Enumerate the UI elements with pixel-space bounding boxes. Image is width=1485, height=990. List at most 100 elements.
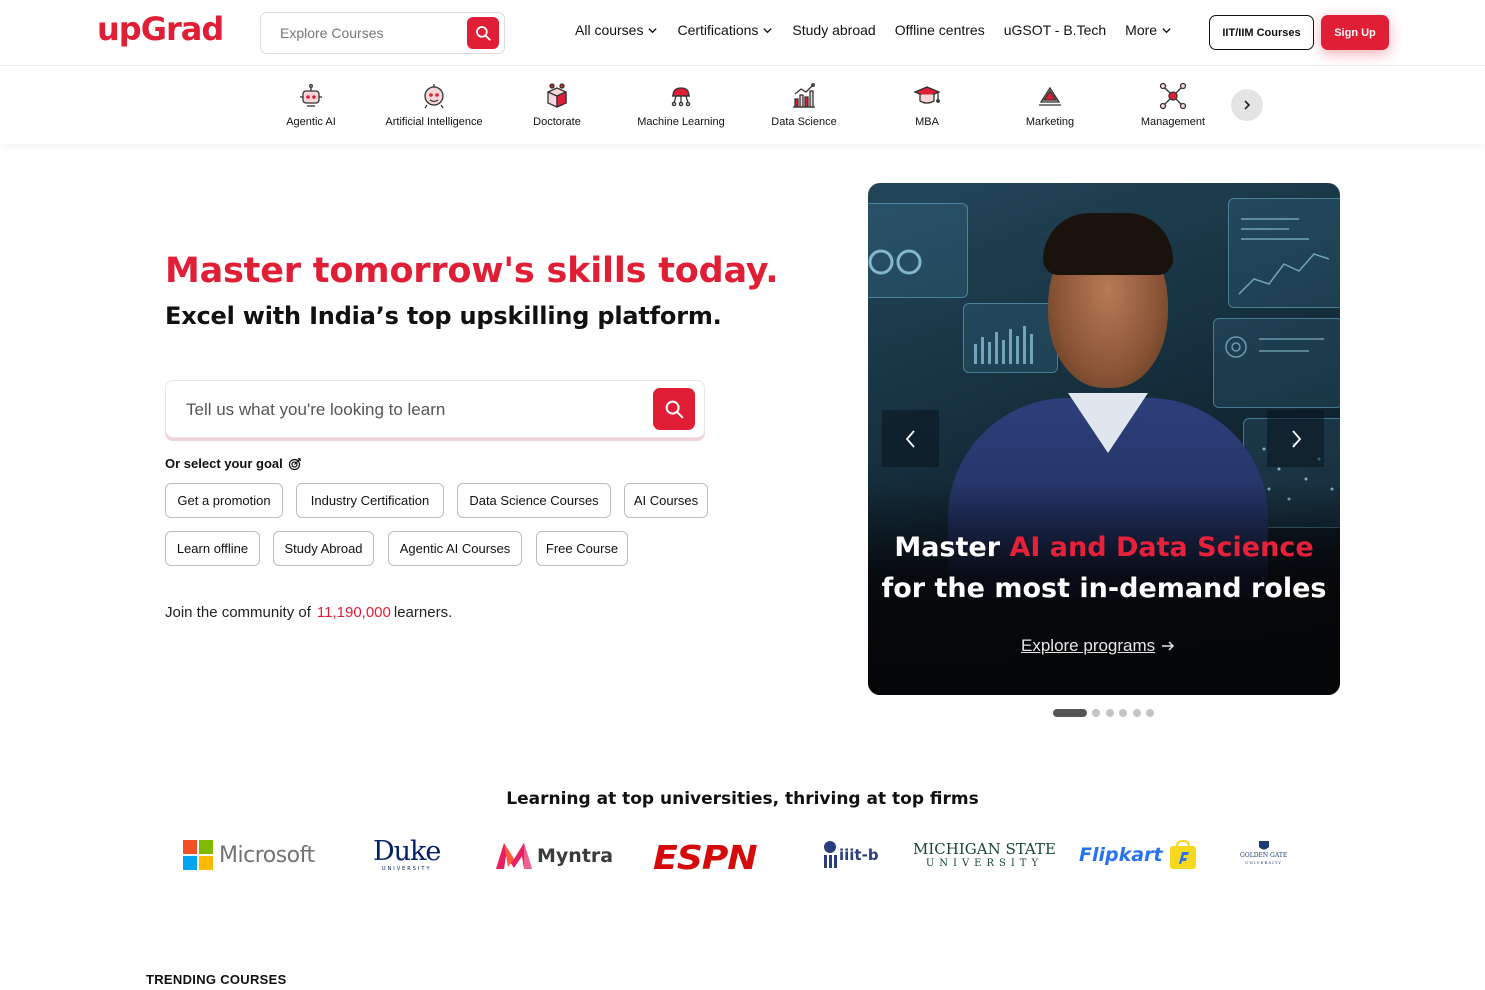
flipkart-logo-text: Flipkart xyxy=(1079,844,1163,866)
community-prefix: Join the community of xyxy=(165,604,311,621)
carousel-headline-1: Master AI and Data Science xyxy=(868,532,1340,563)
category-label: Marketing xyxy=(1025,116,1075,128)
trending-courses-heading: TRENDING COURSES xyxy=(146,972,287,987)
category-artificial-intelligence[interactable]: Artificial Intelligence xyxy=(374,81,494,128)
nav-label: uGSOT - B.Tech xyxy=(1003,22,1107,38)
sign-up-button[interactable]: Sign Up xyxy=(1321,15,1389,50)
microsoft-logo-text: Microsoft xyxy=(219,842,315,868)
carousel-prev-button[interactable] xyxy=(882,410,939,467)
chevron-down-icon xyxy=(1161,25,1172,36)
carousel-dot[interactable] xyxy=(1132,709,1141,717)
goal-chip-agentic-ai[interactable]: Agentic AI Courses xyxy=(388,531,522,566)
category-label: Data Science xyxy=(771,116,837,128)
category-management[interactable]: Management xyxy=(1113,81,1233,128)
explore-programs-link[interactable]: Explore programs xyxy=(1021,636,1175,656)
duke-logo: Duke UNIVERSITY xyxy=(373,838,441,873)
hologram-panel xyxy=(868,203,968,298)
golden-gate-logo: GOLDEN GATE UNIVERSITY xyxy=(1240,840,1287,865)
hero-title: Master tomorrow's skills today. xyxy=(165,251,779,291)
category-label: Management xyxy=(1140,116,1206,128)
goal-chip-data-science[interactable]: Data Science Courses xyxy=(457,483,611,518)
person-hair xyxy=(1043,213,1173,275)
category-label: MBA xyxy=(915,116,939,128)
chevron-down-icon xyxy=(762,25,773,36)
golden-gate-logo-subtext: UNIVERSITY xyxy=(1245,860,1283,865)
microsoft-squares-icon xyxy=(183,840,213,870)
hero-subtitle: Excel with India’s top upskilling platfo… xyxy=(165,302,722,330)
ai-head-icon xyxy=(424,84,444,109)
carousel-headline-highlight: AI and Data Science xyxy=(1009,532,1314,563)
nav-offline-centres[interactable]: Offline centres xyxy=(895,22,985,38)
carousel-dot[interactable] xyxy=(1146,709,1154,717)
category-mba[interactable]: MBA xyxy=(867,81,987,128)
explore-programs-label: Explore programs xyxy=(1021,636,1156,655)
category-doctorate[interactable]: Doctorate xyxy=(497,81,617,128)
nav-certifications[interactable]: Certifications xyxy=(677,22,773,38)
hologram-radar-panel xyxy=(1213,318,1340,408)
nav-all-courses[interactable]: All courses xyxy=(575,22,658,38)
category-data-science[interactable]: Data Science xyxy=(744,81,864,128)
nav-label: Offline centres xyxy=(894,22,985,38)
header-search xyxy=(260,12,505,54)
goal-chip-promotion[interactable]: Get a promotion xyxy=(165,483,283,518)
category-strip: Agentic AI Artificial Intelligence Docto… xyxy=(0,67,1485,144)
target-icon xyxy=(288,457,302,471)
flipkart-logo: Flipkart xyxy=(1079,840,1197,870)
chevron-down-icon xyxy=(647,25,658,36)
golden-gate-logo-text: GOLDEN GATE xyxy=(1240,852,1288,859)
category-next-button[interactable] xyxy=(1231,89,1263,121)
iit-iim-courses-button[interactable]: IIT/IIM Courses xyxy=(1209,15,1314,50)
category-label: Artificial Intelligence xyxy=(385,116,483,128)
myntra-m-icon xyxy=(496,843,532,869)
partners-title: Learning at top universities, thriving a… xyxy=(506,789,979,809)
category-agentic-ai[interactable]: Agentic AI xyxy=(251,81,371,128)
brain-network-icon xyxy=(671,87,691,107)
goal-chip-free-course[interactable]: Free Course xyxy=(536,531,628,566)
michigan-logo-subtext: UNIVERSITY xyxy=(925,858,1044,869)
category-machine-learning[interactable]: Machine Learning xyxy=(621,81,741,128)
goal-chip-learn-offline[interactable]: Learn offline xyxy=(165,531,260,566)
hero-carousel[interactable]: Master AI and Data Science for the most … xyxy=(868,183,1340,695)
carousel-dot[interactable] xyxy=(1119,709,1127,717)
category-marketing[interactable]: Marketing xyxy=(990,81,1110,128)
goal-label-text: Or select your goal xyxy=(165,456,283,471)
hero-search-button[interactable] xyxy=(653,388,695,430)
category-label: Doctorate xyxy=(533,116,581,128)
search-icon xyxy=(476,26,491,41)
doctorate-cube-icon xyxy=(547,83,567,109)
duke-logo-subtext: UNIVERSITY xyxy=(381,866,432,872)
hologram-graph-panel xyxy=(1228,198,1340,308)
myntra-logo: Myntra xyxy=(494,841,613,871)
nav-label: More xyxy=(1125,22,1158,38)
category-label: Agentic AI xyxy=(286,116,336,128)
network-nodes-icon xyxy=(1159,82,1187,110)
carousel-next-button[interactable] xyxy=(1267,410,1324,467)
espn-logo: ESPN xyxy=(653,838,758,877)
goal-chip-study-abroad[interactable]: Study Abroad xyxy=(273,531,374,566)
header-search-button[interactable] xyxy=(467,17,499,49)
hero-search xyxy=(165,380,705,438)
goal-label: Or select your goal xyxy=(165,456,302,471)
nav-ugsot-btech[interactable]: uGSOT - B.Tech xyxy=(1004,22,1106,38)
community-text: Join the community of 11,190,000 learners. xyxy=(165,604,452,621)
michigan-logo-text: MICHIGAN STATE xyxy=(913,840,1056,858)
carousel-headline-2: for the most in-demand roles xyxy=(881,573,1327,604)
carousel-dot[interactable] xyxy=(1092,709,1100,717)
nav-label: All courses xyxy=(575,22,644,38)
nav-label: Study abroad xyxy=(792,22,876,38)
carousel-headline-prefix: Master xyxy=(894,532,1001,563)
community-suffix: learners. xyxy=(393,604,453,621)
carousel-dot[interactable] xyxy=(1105,709,1114,717)
upgrad-logo[interactable]: upGrad xyxy=(97,10,224,48)
nav-study-abroad[interactable]: Study abroad xyxy=(792,22,875,38)
carousel-dot[interactable] xyxy=(1053,709,1087,717)
bar-chart-icon xyxy=(793,83,815,108)
golden-gate-crest-icon xyxy=(1258,841,1269,850)
carousel-dots xyxy=(1053,709,1160,717)
goal-chip-industry-certification[interactable]: Industry Certification xyxy=(296,483,444,518)
hologram-bars-panel xyxy=(963,303,1058,373)
nav-more[interactable]: More xyxy=(1125,22,1172,38)
goal-chip-ai-courses[interactable]: AI Courses xyxy=(624,483,708,518)
header-search-input[interactable] xyxy=(280,21,465,45)
hero-search-input[interactable] xyxy=(186,397,626,423)
